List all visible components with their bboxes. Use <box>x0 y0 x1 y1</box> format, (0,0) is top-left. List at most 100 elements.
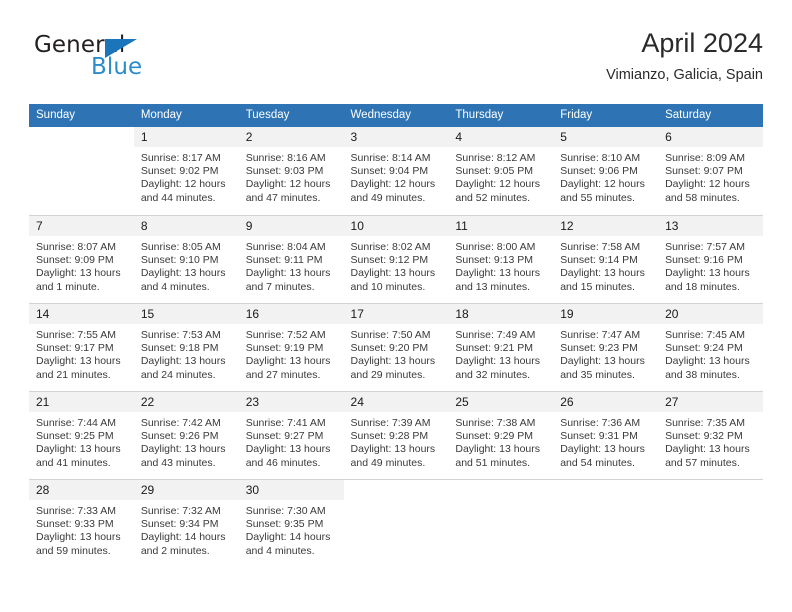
daylight-text-line1: Daylight: 13 hours <box>140 355 226 368</box>
day-number: 26 <box>553 392 659 412</box>
calendar-day[interactable]: 13 Sunrise: 7:57 AM Sunset: 9:16 PM Dayligh… <box>658 215 763 303</box>
day-number: 10 <box>343 216 449 236</box>
daylight-text-line2: and 7 minutes. <box>245 280 315 293</box>
day-number: 4 <box>448 127 554 147</box>
sunset-text: Sunset: 9:19 PM <box>245 342 324 355</box>
sunrise-text: Sunrise: 7:38 AM <box>455 417 536 429</box>
calendar-day[interactable]: 6 Sunrise: 8:09 AM Sunset: 9:07 PM Daylight… <box>658 127 763 215</box>
calendar-day[interactable]: 2 Sunrise: 8:16 AM Sunset: 9:03 PM Daylight… <box>238 127 344 215</box>
general-blue-logo[interactable]: General Blue <box>29 32 209 88</box>
day-sun-info: Sunrise: 7:35 AM Sunset: 9:32 PM Daylight:… <box>658 412 763 470</box>
sunrise-text: Sunrise: 7:58 AM <box>560 241 641 253</box>
day-sun-info: Sunrise: 7:47 AM Sunset: 9:23 PM Daylight:… <box>553 324 658 382</box>
calendar-day[interactable]: 30 Sunrise: 7:30 AM Sunset: 9:35 PM Dayligh… <box>238 479 344 567</box>
day-number: 17 <box>343 304 449 324</box>
calendar-cell: 10 Sunrise: 8:02 AM Sunset: 9:12 PM Dayligh… <box>343 215 449 303</box>
day-number: 21 <box>29 392 134 412</box>
day-sun-info: Sunrise: 8:04 AM Sunset: 9:11 PM Daylight:… <box>239 236 344 294</box>
day-sun-info: Sunrise: 7:50 AM Sunset: 9:20 PM Daylight:… <box>344 324 449 382</box>
sunrise-text: Sunrise: 8:07 AM <box>36 241 116 253</box>
calendar-day[interactable]: 21 Sunrise: 7:44 AM Sunset: 9:25 PM Dayligh… <box>29 391 134 479</box>
day-sun-info: Sunrise: 7:44 AM Sunset: 9:25 PM Daylight:… <box>29 412 134 470</box>
daylight-text-line1: Daylight: 13 hours <box>36 531 121 544</box>
sunrise-text: Sunrise: 7:44 AM <box>36 417 116 429</box>
sunrise-text: Sunrise: 8:17 AM <box>140 152 221 164</box>
calendar-cell: 27 Sunrise: 7:35 AM Sunset: 9:32 PM Dayligh… <box>658 391 763 479</box>
day-number: 14 <box>29 304 134 324</box>
sunrise-text: Sunrise: 7:57 AM <box>665 241 746 253</box>
calendar-day[interactable]: 8 Sunrise: 8:05 AM Sunset: 9:10 PM Daylight… <box>133 215 239 303</box>
daylight-text-line1: Daylight: 13 hours <box>36 443 121 456</box>
calendar-day[interactable]: 14 Sunrise: 7:55 AM Sunset: 9:17 PM Dayligh… <box>29 303 134 391</box>
daylight-text-line1: Daylight: 13 hours <box>350 267 436 280</box>
daylight-text-line1: Daylight: 13 hours <box>36 355 121 368</box>
daylight-text-line2: and 4 minutes. <box>140 280 210 293</box>
day-number: 23 <box>238 392 344 412</box>
calendar-day-empty <box>553 479 659 567</box>
calendar-day[interactable]: 4 Sunrise: 8:12 AM Sunset: 9:05 PM Daylight… <box>448 127 554 215</box>
day-number: 7 <box>29 216 134 236</box>
sunrise-text: Sunrise: 7:41 AM <box>245 417 326 429</box>
calendar-cell: 14 Sunrise: 7:55 AM Sunset: 9:17 PM Dayligh… <box>29 303 134 391</box>
calendar-day[interactable]: 11 Sunrise: 8:00 AM Sunset: 9:13 PM Dayligh… <box>448 215 554 303</box>
calendar-cell: 22 Sunrise: 7:42 AM Sunset: 9:26 PM Dayligh… <box>133 391 239 479</box>
sunset-text: Sunset: 9:34 PM <box>140 518 219 531</box>
page-title: April 2024 <box>641 28 763 58</box>
sunset-text: Sunset: 9:24 PM <box>665 342 743 355</box>
daylight-text-line1: Daylight: 12 hours <box>665 178 750 191</box>
calendar-day[interactable]: 28 Sunrise: 7:33 AM Sunset: 9:33 PM Dayligh… <box>29 479 134 567</box>
day-sun-info: Sunrise: 7:38 AM Sunset: 9:29 PM Daylight:… <box>448 412 553 470</box>
daylight-text-line1: Daylight: 13 hours <box>665 267 750 280</box>
calendar-day[interactable]: 1 Sunrise: 8:17 AM Sunset: 9:02 PM Daylight… <box>133 127 239 215</box>
sunrise-text: Sunrise: 7:53 AM <box>140 329 221 341</box>
calendar-day[interactable]: 22 Sunrise: 7:42 AM Sunset: 9:26 PM Dayligh… <box>133 391 239 479</box>
calendar-cell <box>553 479 659 567</box>
calendar-day[interactable]: 26 Sunrise: 7:36 AM Sunset: 9:31 PM Dayligh… <box>553 391 659 479</box>
sunset-text: Sunset: 9:18 PM <box>140 342 219 355</box>
day-number: 20 <box>658 304 763 324</box>
calendar-day[interactable]: 24 Sunrise: 7:39 AM Sunset: 9:28 PM Dayligh… <box>343 391 449 479</box>
sunrise-text: Sunrise: 7:49 AM <box>455 329 536 341</box>
weekday-header-wednesday: Wednesday <box>343 104 449 127</box>
calendar-day[interactable]: 15 Sunrise: 7:53 AM Sunset: 9:18 PM Dayligh… <box>133 303 239 391</box>
day-number: 6 <box>658 127 763 147</box>
calendar-cell: 15 Sunrise: 7:53 AM Sunset: 9:18 PM Dayligh… <box>133 303 239 391</box>
page-subtitle: Vimianzo, Galicia, Spain <box>606 67 763 83</box>
daylight-text-line1: Daylight: 13 hours <box>560 355 645 368</box>
day-number: 2 <box>238 127 344 147</box>
daylight-text-line2: and 38 minutes. <box>665 368 740 381</box>
sunrise-text: Sunrise: 7:55 AM <box>36 329 116 341</box>
day-sun-info: Sunrise: 8:16 AM Sunset: 9:03 PM Daylight:… <box>239 147 344 205</box>
daylight-text-line2: and 18 minutes. <box>665 280 740 293</box>
sunrise-text: Sunrise: 7:52 AM <box>245 329 326 341</box>
calendar-day[interactable]: 17 Sunrise: 7:50 AM Sunset: 9:20 PM Dayligh… <box>343 303 449 391</box>
calendar-day[interactable]: 5 Sunrise: 8:10 AM Sunset: 9:06 PM Daylight… <box>553 127 659 215</box>
calendar-day[interactable]: 25 Sunrise: 7:38 AM Sunset: 9:29 PM Dayligh… <box>448 391 554 479</box>
calendar-day[interactable]: 18 Sunrise: 7:49 AM Sunset: 9:21 PM Dayligh… <box>448 303 554 391</box>
calendar-day[interactable]: 7 Sunrise: 8:07 AM Sunset: 9:09 PM Daylight… <box>29 215 134 303</box>
calendar-day[interactable]: 29 Sunrise: 7:32 AM Sunset: 9:34 PM Dayligh… <box>133 479 239 567</box>
sunrise-text: Sunrise: 8:02 AM <box>350 241 431 253</box>
calendar-day[interactable]: 10 Sunrise: 8:02 AM Sunset: 9:12 PM Dayligh… <box>343 215 449 303</box>
day-number: 29 <box>133 480 239 500</box>
calendar-cell <box>343 479 449 567</box>
daylight-text-line2: and 54 minutes. <box>560 456 635 469</box>
calendar-day[interactable]: 23 Sunrise: 7:41 AM Sunset: 9:27 PM Dayligh… <box>238 391 344 479</box>
weekday-header-thursday: Thursday <box>448 104 554 127</box>
calendar-cell: 6 Sunrise: 8:09 AM Sunset: 9:07 PM Daylight… <box>658 127 763 215</box>
calendar-day[interactable]: 27 Sunrise: 7:35 AM Sunset: 9:32 PM Dayligh… <box>658 391 763 479</box>
calendar-day[interactable]: 16 Sunrise: 7:52 AM Sunset: 9:19 PM Dayligh… <box>238 303 344 391</box>
sunset-text: Sunset: 9:12 PM <box>350 254 429 267</box>
day-sun-info: Sunrise: 7:45 AM Sunset: 9:24 PM Daylight:… <box>658 324 763 382</box>
calendar-day[interactable]: 12 Sunrise: 7:58 AM Sunset: 9:14 PM Dayligh… <box>553 215 659 303</box>
calendar-day[interactable]: 3 Sunrise: 8:14 AM Sunset: 9:04 PM Daylight… <box>343 127 449 215</box>
weekday-header-monday: Monday <box>133 104 239 127</box>
day-number: 5 <box>553 127 659 147</box>
weekday-header-sunday: Sunday <box>29 104 134 127</box>
calendar-day[interactable]: 20 Sunrise: 7:45 AM Sunset: 9:24 PM Dayligh… <box>658 303 763 391</box>
daylight-text-line2: and 44 minutes. <box>140 191 216 204</box>
calendar-day[interactable]: 9 Sunrise: 8:04 AM Sunset: 9:11 PM Daylight… <box>238 215 344 303</box>
sunset-text: Sunset: 9:17 PM <box>36 342 114 355</box>
sunset-text: Sunset: 9:35 PM <box>245 518 324 531</box>
calendar-day[interactable]: 19 Sunrise: 7:47 AM Sunset: 9:23 PM Dayligh… <box>553 303 659 391</box>
